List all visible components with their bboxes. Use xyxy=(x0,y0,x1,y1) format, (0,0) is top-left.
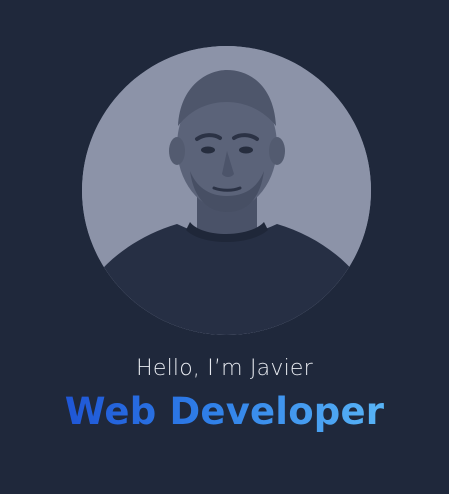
profile-photo xyxy=(82,46,371,335)
role-title: Web Developer xyxy=(0,389,449,435)
profile-photo-illustration xyxy=(82,46,371,335)
greeting-text: Hello, I’m Javier xyxy=(136,356,313,381)
role-title-text: Web Developer xyxy=(64,390,385,433)
hero-section: Hello, I’m Javier Web Developer xyxy=(0,0,449,494)
